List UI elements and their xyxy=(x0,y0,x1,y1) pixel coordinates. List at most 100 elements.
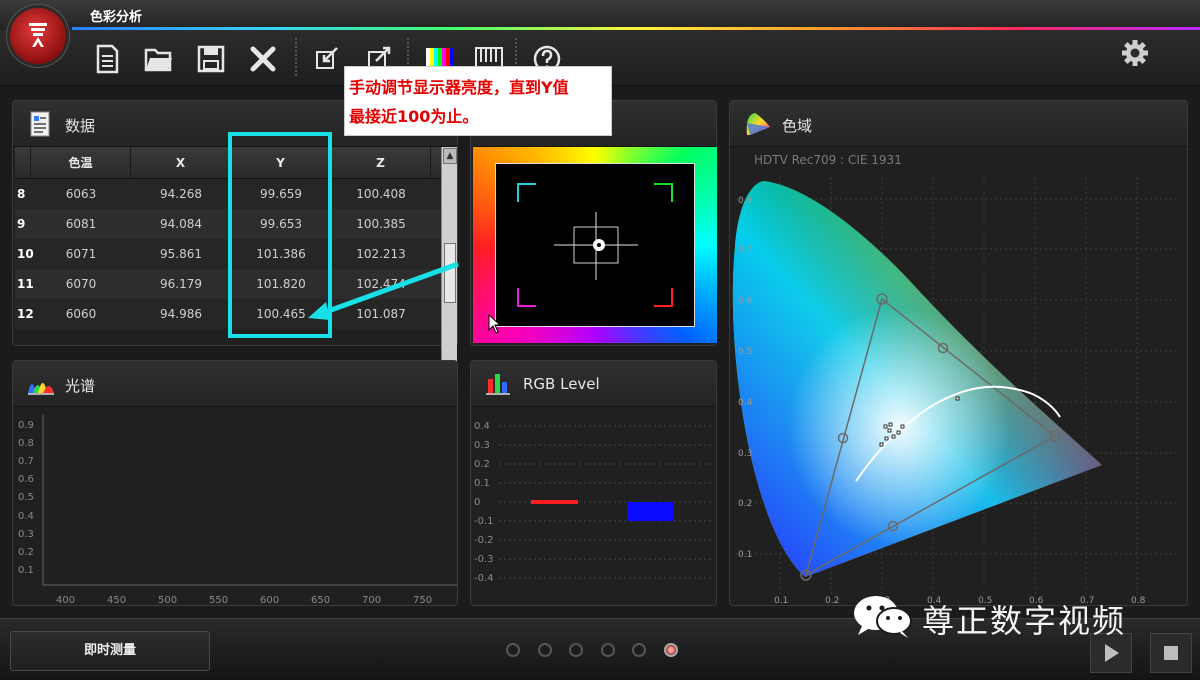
row-number: 9 xyxy=(17,217,26,231)
blue-level-bar xyxy=(627,502,674,521)
rgb-level-panel: RGB Level 0.4 0.3 0.2 0.1 0 -0.1 -0.2 -0… xyxy=(470,360,717,606)
y-tick-label: 0.3 xyxy=(738,449,752,459)
gamut-panel: 色域 HDTV Rec709 : CIE 1931 0.8 0.7 0.6 0.… xyxy=(729,100,1188,606)
rgb-panel-title: RGB Level xyxy=(523,375,600,393)
test-pattern-preview[interactable] xyxy=(473,147,717,343)
mouse-cursor-icon xyxy=(488,314,502,334)
callout-line-1: 手动调节显示器亮度，直到Y值 xyxy=(349,78,569,97)
x-tick-label: 550 xyxy=(209,595,228,605)
spectrum-chart: 0.9 0.8 0.7 0.6 0.5 0.4 0.3 0.2 0.1 400 … xyxy=(18,415,457,605)
gamut-subtitle: HDTV Rec709 : CIE 1931 xyxy=(754,153,902,167)
row-number-header xyxy=(15,147,31,178)
data-panel-title: 数据 xyxy=(65,117,96,135)
page-dot[interactable] xyxy=(601,643,615,657)
x-tick-label: 450 xyxy=(107,595,126,605)
gamut-panel-title: 色域 xyxy=(782,117,813,135)
new-icon[interactable] xyxy=(90,42,124,76)
rgb-level-chart: 0.4 0.3 0.2 0.1 0 -0.1 -0.2 -0.3 -0.4 xyxy=(474,421,711,584)
row-number: 8 xyxy=(17,187,26,201)
y-tick-label: 0.2 xyxy=(738,499,752,509)
red-level-bar xyxy=(531,500,578,504)
page-dot[interactable] xyxy=(538,643,552,657)
spectrum-panel: 光谱 0.9 0.8 0.7 0.6 0.5 0.4 0.3 0.2 0.1 4… xyxy=(12,360,458,606)
y-tick-label: 0.4 xyxy=(18,511,34,522)
watermark: 尊正数字视频 xyxy=(850,592,1170,640)
cct-cell: 6070 xyxy=(65,277,97,291)
x-tick-label: 650 xyxy=(311,595,330,605)
page-dot[interactable] xyxy=(506,643,520,657)
y-tick-label: 0.2 xyxy=(474,459,490,470)
y-tick-label: 0.3 xyxy=(474,440,490,451)
page-dot-active[interactable] xyxy=(664,643,678,657)
column-header-cct[interactable]: 色温 xyxy=(31,147,131,178)
y-tick-label: 0.4 xyxy=(738,398,753,408)
y-tick-label: 0.1 xyxy=(738,550,752,560)
column-header-x[interactable]: X xyxy=(131,147,231,178)
title-bar: 色彩分析 xyxy=(0,0,1200,30)
logo-mark-icon xyxy=(29,23,47,47)
gamut-panel-header: 色域 xyxy=(730,101,1187,147)
realtime-measure-button[interactable]: 即时测量 xyxy=(10,631,210,671)
wechat-logo-icon xyxy=(854,596,912,638)
x-cell: 94.268 xyxy=(160,187,202,201)
gear-icon[interactable] xyxy=(1120,38,1150,68)
y-tick-label: 0.9 xyxy=(18,420,34,431)
cct-cell: 6071 xyxy=(65,247,97,261)
callout-line-2: 最接近100为止。 xyxy=(349,107,479,126)
y-tick-label: -0.1 xyxy=(474,516,494,527)
cie-gamut-chart: HDTV Rec709 : CIE 1931 0.8 0.7 0.6 0.5 0… xyxy=(732,153,1180,605)
x-tick-label: 0.1 xyxy=(774,596,788,605)
row-number: 11 xyxy=(17,277,34,291)
z-cell: 100.385 xyxy=(356,217,406,231)
import-icon[interactable] xyxy=(310,42,344,76)
y-tick-label: -0.2 xyxy=(474,535,494,546)
y-tick-label: 0.8 xyxy=(738,196,753,206)
y-tick-label: 0.3 xyxy=(18,529,34,540)
x-cell: 94.986 xyxy=(160,307,202,321)
y-tick-label: 0.7 xyxy=(738,245,752,255)
x-tick-label: 0.2 xyxy=(825,596,839,605)
row-number: 10 xyxy=(17,247,34,261)
y-tick-label: -0.3 xyxy=(474,554,494,565)
x-cell: 94.084 xyxy=(160,217,202,231)
save-icon[interactable] xyxy=(194,42,228,76)
cct-cell: 6081 xyxy=(65,217,97,231)
open-icon[interactable] xyxy=(142,42,176,76)
x-cell: 95.861 xyxy=(160,247,202,261)
y-tick-label: 0.6 xyxy=(738,296,753,306)
y-tick-label: -0.4 xyxy=(474,573,494,584)
x-tick-label: 600 xyxy=(260,595,279,605)
y-tick-label: 0.8 xyxy=(18,438,34,449)
window-title: 色彩分析 xyxy=(90,10,143,25)
pattern-panel xyxy=(470,100,717,346)
y-tick-label: 0.5 xyxy=(18,492,34,503)
x-tick-label: 500 xyxy=(158,595,177,605)
column-header-z[interactable]: Z xyxy=(331,147,431,178)
target-reticle-icon xyxy=(517,183,673,307)
annotation-arrow xyxy=(308,261,459,320)
y-tick-label: 0 xyxy=(474,497,480,508)
scroll-up-icon[interactable]: ▲ xyxy=(443,148,457,164)
y-tick-label: 0.1 xyxy=(474,478,490,489)
y-tick-label: 0.4 xyxy=(474,421,490,432)
page-dot[interactable] xyxy=(632,643,646,657)
rgb-bars-icon xyxy=(486,374,510,395)
cct-cell: 6060 xyxy=(65,307,97,321)
y-tick-label: 0.7 xyxy=(18,456,34,467)
close-icon[interactable] xyxy=(246,42,280,76)
y-tick-label: 0.2 xyxy=(18,547,34,558)
cct-cell: 6063 xyxy=(65,187,97,201)
x-tick-label: 700 xyxy=(362,595,381,605)
x-tick-label: 750 xyxy=(413,595,432,605)
x-cell: 96.179 xyxy=(160,277,202,291)
spectrum-panel-title: 光谱 xyxy=(65,377,96,395)
y-tick-label: 0.5 xyxy=(738,347,752,357)
pattern-window xyxy=(495,163,695,327)
y-tick-label: 0.6 xyxy=(18,474,34,485)
rgb-panel-header: RGB Level xyxy=(471,361,716,407)
x-tick-label: 400 xyxy=(56,595,75,605)
annotation-callout: 手动调节显示器亮度，直到Y值 最接近100为止。 xyxy=(344,66,612,136)
toolbar-separator xyxy=(295,38,297,78)
spectrum-panel-header: 光谱 xyxy=(13,361,457,407)
page-dot[interactable] xyxy=(569,643,583,657)
